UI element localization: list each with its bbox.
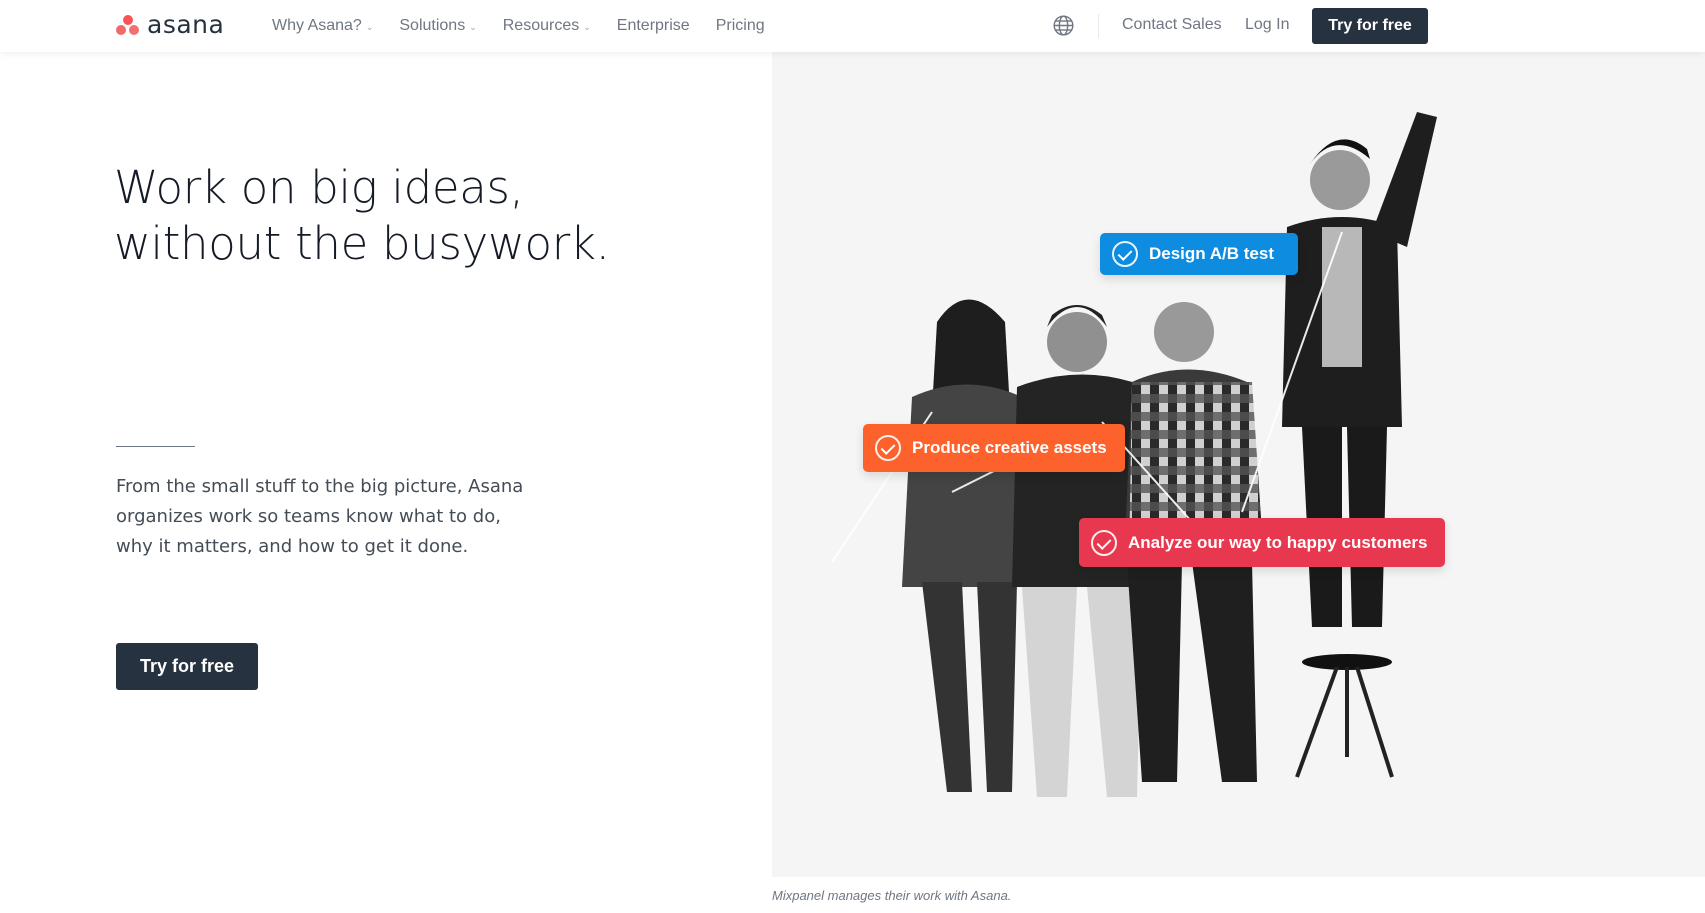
nav-enterprise[interactable]: Enterprise — [617, 17, 690, 35]
asana-logo[interactable]: asana — [116, 12, 224, 38]
nav-resources-label: Resources — [502, 17, 580, 34]
task-tag-analyze-customers: Analyze our way to happy customers — [1079, 518, 1445, 567]
hero-description-line: From the small stuff to the big picture,… — [116, 476, 524, 497]
nav-pricing[interactable]: Pricing — [716, 17, 765, 35]
site-header: asana Why Asana? ⌄ Solutions ⌄ Resources… — [0, 0, 1705, 52]
hero-try-free-button[interactable]: Try for free — [116, 643, 258, 690]
nav-why-asana[interactable]: Why Asana? ⌄ — [272, 17, 373, 35]
hero-description-line: organizes work so teams know what to do, — [116, 506, 501, 527]
photo-caption: Mixpanel manages their work with Asana. — [772, 888, 1012, 903]
task-tag-design-ab-test: Design A/B test — [1100, 233, 1298, 275]
main-nav: Why Asana? ⌄ Solutions ⌄ Resources ⌄ Ent… — [272, 0, 791, 52]
task-tag-label: Analyze our way to happy customers — [1128, 532, 1428, 552]
check-circle-icon — [1112, 241, 1138, 267]
chevron-down-icon: ⌄ — [583, 21, 591, 32]
logo-wordmark: asana — [147, 10, 225, 39]
nav-why-asana-label: Why Asana? — [272, 17, 362, 34]
task-tag-label: Produce creative assets — [912, 438, 1107, 457]
globe-icon[interactable] — [1053, 15, 1074, 36]
hero-divider — [116, 446, 195, 447]
hero-title-line: without the busywork. — [114, 217, 610, 270]
header-separator — [1098, 14, 1099, 38]
header-try-free-button[interactable]: Try for free — [1312, 8, 1428, 44]
task-tag-label: Design A/B test — [1149, 244, 1275, 263]
nav-solutions[interactable]: Solutions ⌄ — [399, 17, 476, 35]
chevron-down-icon: ⌄ — [469, 21, 477, 32]
task-tag-produce-creative-assets: Produce creative assets — [863, 424, 1125, 472]
asana-logo-icon — [116, 14, 141, 36]
nav-enterprise-label: Enterprise — [616, 17, 690, 34]
hero-description: From the small stuff to the big picture,… — [116, 472, 546, 562]
check-circle-icon — [1091, 529, 1117, 556]
chevron-down-icon: ⌄ — [365, 21, 374, 32]
check-circle-icon — [875, 435, 901, 461]
nav-solutions-label: Solutions — [399, 17, 466, 34]
nav-pricing-label: Pricing — [715, 17, 765, 34]
log-in-link[interactable]: Log In — [1245, 16, 1289, 34]
hero-title: Work on big ideas, without the busywork. — [114, 160, 734, 272]
hero-photo-panel: Design A/B test Produce creative assets … — [772, 52, 1705, 877]
hero-title-line: Work on big ideas, — [114, 161, 524, 214]
hero-description-line: why it matters, and how to get it done. — [116, 536, 469, 557]
contact-sales-link[interactable]: Contact Sales — [1122, 16, 1222, 34]
nav-resources[interactable]: Resources ⌄ — [503, 17, 591, 35]
